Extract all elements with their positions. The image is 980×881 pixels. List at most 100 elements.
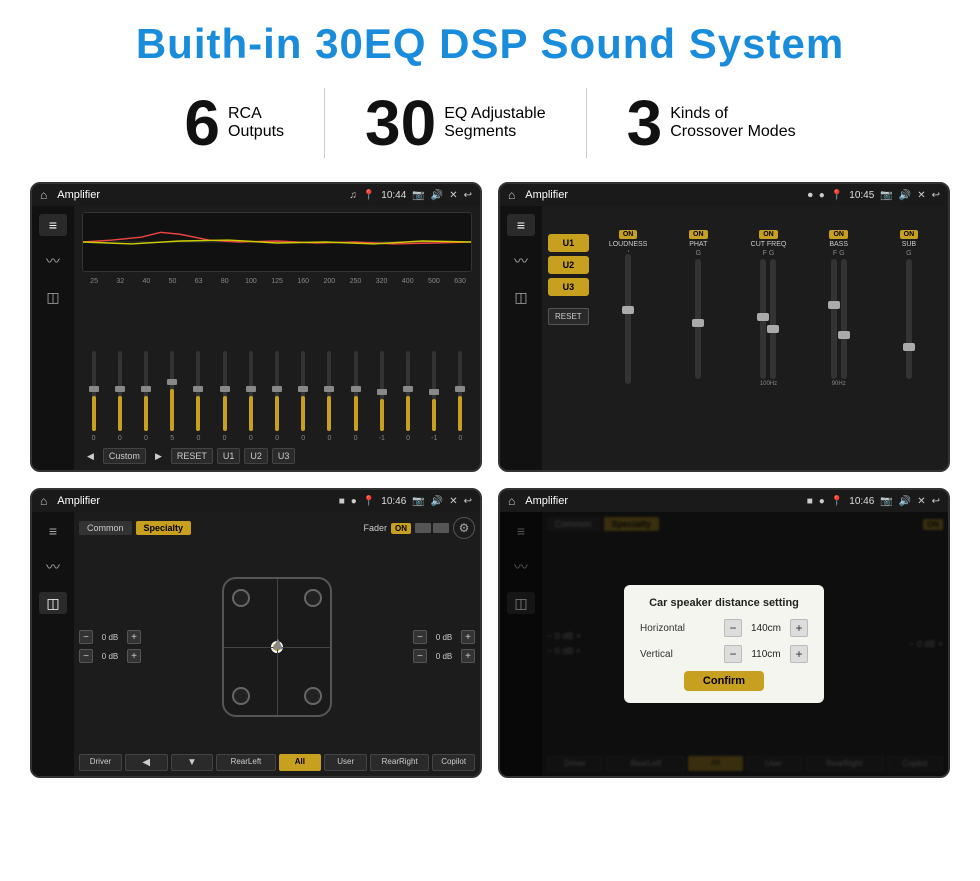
horizontal-minus-btn[interactable]: −	[724, 619, 742, 637]
tab-specialty-3[interactable]: Specialty	[136, 521, 192, 535]
home-icon-4[interactable]: ⌂	[508, 494, 515, 508]
eq-bottom-bar: ◀ Custom ▶ RESET U1 U2 U3	[82, 448, 472, 464]
crossover-reset-btn[interactable]: RESET	[548, 308, 589, 325]
preset-u2[interactable]: U2	[548, 256, 589, 274]
all-btn-3[interactable]: All	[279, 754, 322, 771]
close-icon-2[interactable]: ✕	[917, 190, 925, 201]
stat-crossover: 3 Kinds of Crossover Modes	[587, 91, 836, 155]
wave-icon-1[interactable]: 〰	[39, 250, 67, 272]
user-btn-3[interactable]: User	[324, 754, 367, 771]
plus-btn-tl[interactable]: +	[127, 630, 141, 644]
time-1: 10:44	[381, 190, 406, 201]
minus-btn-tr[interactable]: −	[413, 630, 427, 644]
screen-speaker: ⌂ Amplifier ■ ● 📍 10:46 📷 🔊 ✕ ↩ ≡ 〰 ◫	[30, 488, 482, 778]
plus-btn-bl[interactable]: +	[127, 649, 141, 663]
eq-next-btn[interactable]: ▶	[150, 449, 167, 464]
eq-sliders	[82, 289, 472, 431]
vertical-plus-btn[interactable]: +	[790, 645, 808, 663]
time-4: 10:46	[849, 496, 874, 507]
speaker-icon-2[interactable]: ◫	[507, 286, 535, 308]
dialog-vertical-row: Vertical − 110cm +	[640, 645, 808, 663]
speaker-bottom-3: Driver ◀ ▼ RearLeft All User RearRight C…	[79, 754, 475, 771]
eq-slider-13	[423, 351, 446, 431]
title-4: Amplifier	[525, 495, 800, 507]
home-icon-1[interactable]: ⌂	[40, 188, 47, 202]
nav-left-3[interactable]: ◀	[125, 754, 168, 771]
vol-icon-2: 🔊	[899, 190, 911, 201]
minus-btn-bl[interactable]: −	[79, 649, 93, 663]
eq-slider-8	[292, 351, 315, 431]
vertical-value: 110cm	[746, 649, 786, 660]
distance-dialog: Car speaker distance setting Horizontal …	[624, 585, 824, 703]
back-icon-2[interactable]: ↩	[932, 190, 940, 201]
confirm-button[interactable]: Confirm	[684, 671, 764, 691]
speaker-tabs-3: Common Specialty Fader ON ⚙	[79, 517, 475, 539]
eq-icon-1[interactable]: ≡	[39, 214, 67, 236]
sidebar-3: ≡ 〰 ◫	[32, 512, 74, 776]
vertical-minus-btn[interactable]: −	[724, 645, 742, 663]
stat-crossover-label: Kinds of Crossover Modes	[670, 105, 795, 141]
sidebar-2: ≡ 〰 ◫	[500, 206, 542, 470]
tab-common-3[interactable]: Common	[79, 521, 132, 535]
title-3: Amplifier	[57, 495, 332, 507]
topbar-3: ⌂ Amplifier ■ ● 📍 10:46 📷 🔊 ✕ ↩	[32, 490, 480, 512]
ch-loudness: ON LOUDNESS	[595, 230, 661, 470]
pin-icon-2: 📍	[831, 190, 843, 201]
driver-btn-3[interactable]: Driver	[79, 754, 122, 771]
plus-btn-br[interactable]: +	[461, 649, 475, 663]
plus-btn-tr[interactable]: +	[461, 630, 475, 644]
close-icon-1[interactable]: ✕	[449, 190, 457, 201]
home-icon-3[interactable]: ⌂	[40, 494, 47, 508]
topbar-1: ⌂ Amplifier ♫ 📍 10:44 📷 🔊 ✕ ↩	[32, 184, 480, 206]
stat-rca-label: RCA Outputs	[228, 105, 284, 141]
screen-content-1: ≡ 〰 ◫ 25 32 40	[32, 206, 480, 470]
eq-slider-0	[82, 351, 105, 431]
rearleft-btn-3[interactable]: RearLeft	[216, 754, 275, 771]
eq-prev-btn[interactable]: ◀	[82, 449, 99, 464]
speaker-icon-1[interactable]: ◫	[39, 286, 67, 308]
topbar-2: ⌂ Amplifier ⏺ ● 📍 10:45 📷 🔊 ✕ ↩	[500, 184, 948, 206]
cam-icon-1: 📷	[412, 190, 424, 201]
dialog-title: Car speaker distance setting	[640, 597, 808, 609]
eq-u1-btn[interactable]: U1	[217, 448, 241, 464]
screen-eq: ⌂ Amplifier ♫ 📍 10:44 📷 🔊 ✕ ↩ ≡ 〰 ◫	[30, 182, 482, 472]
pin-icon-1: 📍	[363, 190, 375, 201]
home-icon-2[interactable]: ⌂	[508, 188, 515, 202]
back-icon-1[interactable]: ↩	[464, 190, 472, 201]
eq-slider-6	[239, 351, 262, 431]
eq-graph	[82, 212, 472, 272]
preset-u3[interactable]: U3	[548, 278, 589, 296]
minus-btn-br[interactable]: −	[413, 649, 427, 663]
ch-bass: ON BASS FG 90Hz	[806, 230, 872, 470]
preset-u1[interactable]: U1	[548, 234, 589, 252]
eq-slider-12	[396, 351, 419, 431]
screen-content-2: ≡ 〰 ◫ U1 U2 U3 RESET ON	[500, 206, 948, 470]
vertical-control: − 110cm +	[724, 645, 808, 663]
ch-cutfreq: ON CUT FREQ FG 100Hz	[735, 230, 801, 470]
time-2: 10:45	[849, 190, 874, 201]
minus-btn-tl[interactable]: −	[79, 630, 93, 644]
right-controls: − 0 dB + − 0 dB +	[413, 543, 475, 750]
page-wrapper: Buith-in 30EQ DSP Sound System 6 RCA Out…	[0, 0, 980, 798]
stat-eq-label: EQ Adjustable Segments	[444, 105, 545, 141]
eq-slider-14	[449, 351, 472, 431]
settings-icon-3[interactable]: ⚙	[453, 517, 475, 539]
copilot-btn-3[interactable]: Copilot	[432, 754, 475, 771]
eq-slider-9	[318, 351, 341, 431]
wave-icon-2[interactable]: 〰	[507, 250, 535, 272]
music-icon-1: ♫	[349, 190, 357, 201]
vol-icon-1: 🔊	[431, 190, 443, 201]
rearright-btn-3[interactable]: RearRight	[370, 754, 429, 771]
eq-freq-labels: 25 32 40 50 63 80 100 125 160 200 250 32…	[82, 278, 472, 285]
screens-grid: ⌂ Amplifier ♫ 📍 10:44 📷 🔊 ✕ ↩ ≡ 〰 ◫	[30, 182, 950, 778]
dialog-horizontal-row: Horizontal − 140cm +	[640, 619, 808, 637]
cam-icon-2: 📷	[880, 190, 892, 201]
nav-down-3[interactable]: ▼	[171, 754, 214, 771]
eq-u2-btn[interactable]: U2	[244, 448, 268, 464]
eq-u3-btn[interactable]: U3	[272, 448, 296, 464]
stat-eq: 30 EQ Adjustable Segments	[325, 91, 586, 155]
horizontal-label: Horizontal	[640, 623, 685, 634]
horizontal-plus-btn[interactable]: +	[790, 619, 808, 637]
eq-icon-2[interactable]: ≡	[507, 214, 535, 236]
eq-reset-btn[interactable]: RESET	[171, 448, 213, 464]
